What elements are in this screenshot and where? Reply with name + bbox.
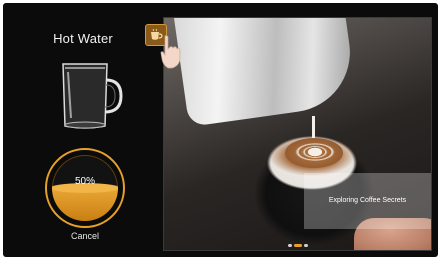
cancel-button[interactable]: Cancel <box>45 231 125 241</box>
page-title: Hot Water <box>53 31 113 46</box>
pointing-hand-icon <box>160 35 181 69</box>
progress-fill <box>52 182 118 221</box>
progress-well <box>52 155 118 221</box>
progress-value: 50% <box>74 176 95 187</box>
slide-dot[interactable] <box>294 244 302 247</box>
slide-caption: Exploring Coffee Secrets <box>328 197 407 204</box>
slide-caption-box: Exploring Coffee Secrets <box>304 173 431 229</box>
status-panel: Hot Water 50% Cancel <box>3 3 153 257</box>
slide-indicator <box>288 244 310 248</box>
progress-dial: 50% <box>45 148 125 228</box>
milk-pitcher-image <box>174 18 358 127</box>
latte-art-image <box>285 138 343 168</box>
slide-dot[interactable] <box>304 244 308 247</box>
promo-slideshow[interactable]: Exploring Coffee Secrets <box>163 17 432 251</box>
brew-screen: Hot Water 50% Cancel Exploring Coffee Se… <box>3 3 438 257</box>
slide-dot[interactable] <box>288 244 292 247</box>
glass-mug-icon <box>62 63 123 129</box>
